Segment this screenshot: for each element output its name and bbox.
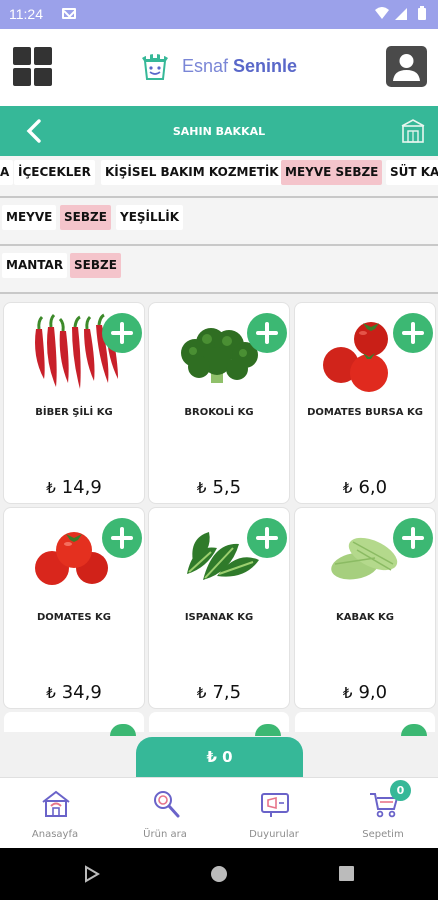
currency-symbol: ₺ <box>46 479 56 497</box>
shopping-bag-logo-icon <box>142 52 168 80</box>
store-icon[interactable] <box>399 117 427 145</box>
grid-icon <box>13 47 31 65</box>
add-to-cart-button[interactable] <box>393 518 433 558</box>
nav-home[interactable]: Anasayfa <box>0 778 110 849</box>
price-value: 7,5 <box>212 682 242 703</box>
category-tab-partial[interactable]: A <box>0 160 14 185</box>
filter-vegetable[interactable]: SEBZE <box>70 253 121 278</box>
subcategory-vegetable[interactable]: SEBZE <box>60 205 111 230</box>
nav-search[interactable]: Ürün ara <box>110 778 220 849</box>
app-screen: 11:24 Esnaf Seninle SAHIN BAKKAL A İÇECE… <box>0 0 438 900</box>
home-circle-icon <box>211 866 227 882</box>
product-card[interactable]: BİBER ŞİLİ KG ₺ 14,9 <box>4 303 144 503</box>
nav-announcements[interactable]: Duyurular <box>219 778 329 849</box>
cart-total-button[interactable]: ₺ 0 <box>136 737 303 777</box>
category-tab-drinks[interactable]: İÇECEKLER <box>14 160 95 185</box>
product-card[interactable]: DOMATES KG ₺ 34,9 <box>4 508 144 708</box>
subcategory-tabs: MEYVE SEBZE YEŞİLLİK <box>0 198 438 244</box>
currency-symbol: ₺ <box>196 684 207 702</box>
product-price: ₺ 34,9 <box>4 682 144 703</box>
nav-label: Sepetim <box>362 829 404 840</box>
nav-cart[interactable]: Sepetim <box>328 778 438 849</box>
nav-label: Ürün ara <box>143 829 187 840</box>
currency-symbol: ₺ <box>46 684 56 702</box>
product-name: BROKOLİ KG <box>184 407 254 418</box>
add-to-cart-button[interactable] <box>102 313 142 353</box>
product-price: ₺ 9,0 <box>295 682 435 703</box>
product-card-partial[interactable] <box>149 712 289 736</box>
price-value: 34,9 <box>61 682 102 703</box>
store-name: SAHIN BAKKAL <box>172 125 266 138</box>
category-tab-fruit-veg[interactable]: MEYVE SEBZE <box>281 160 383 185</box>
grid-icon-cell <box>34 68 52 86</box>
home-icon <box>42 790 70 817</box>
mail-notification-icon <box>62 8 76 19</box>
add-to-cart-button[interactable] <box>393 313 433 353</box>
product-card-partial[interactable] <box>4 712 144 736</box>
filter-mushroom[interactable]: MANTAR <box>2 253 68 278</box>
price-value: 14,9 <box>61 477 102 498</box>
store-title-bar: SAHIN BAKKAL <box>0 106 438 156</box>
divider <box>0 292 438 294</box>
add-to-cart-button[interactable] <box>255 724 281 736</box>
status-bar: 11:24 <box>0 0 438 29</box>
currency-symbol: ₺ <box>196 479 207 497</box>
search-icon <box>154 791 180 818</box>
category-tabs: A İÇECEKLER KİŞİSEL BAKIM KOZMETİK MEYVE… <box>0 156 438 198</box>
grid-icon-cell <box>13 68 31 86</box>
profile-button[interactable] <box>386 46 427 87</box>
add-to-cart-button[interactable] <box>102 518 142 558</box>
product-card[interactable]: KABAK KG ₺ 9,0 <box>295 508 435 708</box>
system-nav-icons <box>85 865 354 883</box>
currency-symbol: ₺ <box>342 684 353 702</box>
cart-count-badge: 0 <box>390 780 411 801</box>
add-to-cart-button[interactable] <box>401 724 427 736</box>
product-price: ₺ 7,5 <box>149 682 289 703</box>
nav-label: Anasayfa <box>31 829 79 840</box>
grid-icon-cell <box>34 47 52 65</box>
battery-icon <box>418 8 426 20</box>
product-price: ₺ 6,0 <box>295 477 435 498</box>
wifi-icon <box>375 7 389 19</box>
category-tab-personal-care[interactable]: KİŞİSEL BAKIM KOZMETİK <box>101 160 283 185</box>
status-time: 11:24 <box>9 6 43 22</box>
product-name: KABAK KG <box>335 612 395 623</box>
filter-tabs: MANTAR SEBZE <box>0 246 438 292</box>
price-value: 5,5 <box>212 477 242 498</box>
system-status-icons <box>375 6 426 20</box>
add-to-cart-button[interactable] <box>247 518 287 558</box>
product-name: DOMATES BURSA KG <box>307 407 423 418</box>
currency-symbol: ₺ <box>342 479 353 497</box>
product-card[interactable]: ISPANAK KG ₺ 7,5 <box>149 508 289 708</box>
system-navigation-bar <box>0 848 438 900</box>
product-card[interactable]: BROKOLİ KG ₺ 5,5 <box>149 303 289 503</box>
subcategory-fruit[interactable]: MEYVE <box>2 205 57 230</box>
signal-icon <box>395 8 407 20</box>
announcement-icon <box>261 793 289 817</box>
product-name: BİBER ŞİLİ KG <box>35 407 113 418</box>
category-tab-dairy[interactable]: SÜT KA <box>386 160 438 185</box>
menu-grid-button[interactable] <box>13 47 53 87</box>
recents-icon <box>339 866 354 881</box>
add-to-cart-button[interactable] <box>247 313 287 353</box>
brand-name-light: Esnaf <box>182 56 234 76</box>
back-icon <box>85 865 100 883</box>
nav-label: Duyurular <box>249 829 299 840</box>
brand-name: Esnaf Seninle <box>182 56 297 77</box>
brand-name-bold: Seninle <box>233 56 298 76</box>
user-icon <box>393 54 420 81</box>
product-card-partial[interactable] <box>295 712 435 736</box>
product-card[interactable]: DOMATES BURSA KG ₺ 6,0 <box>295 303 435 503</box>
product-name: ISPANAK KG <box>184 612 254 623</box>
product-name: DOMATES KG <box>36 612 111 623</box>
product-price: ₺ 14,9 <box>4 477 144 498</box>
add-to-cart-button[interactable] <box>110 724 136 736</box>
price-value: 9,0 <box>358 682 388 703</box>
product-price: ₺ 5,5 <box>149 477 289 498</box>
price-value: 6,0 <box>358 477 388 498</box>
subcategory-greens[interactable]: YEŞİLLİK <box>116 205 184 230</box>
bottom-navigation: Anasayfa Ürün ara Duyurular Sepetim <box>0 777 438 848</box>
